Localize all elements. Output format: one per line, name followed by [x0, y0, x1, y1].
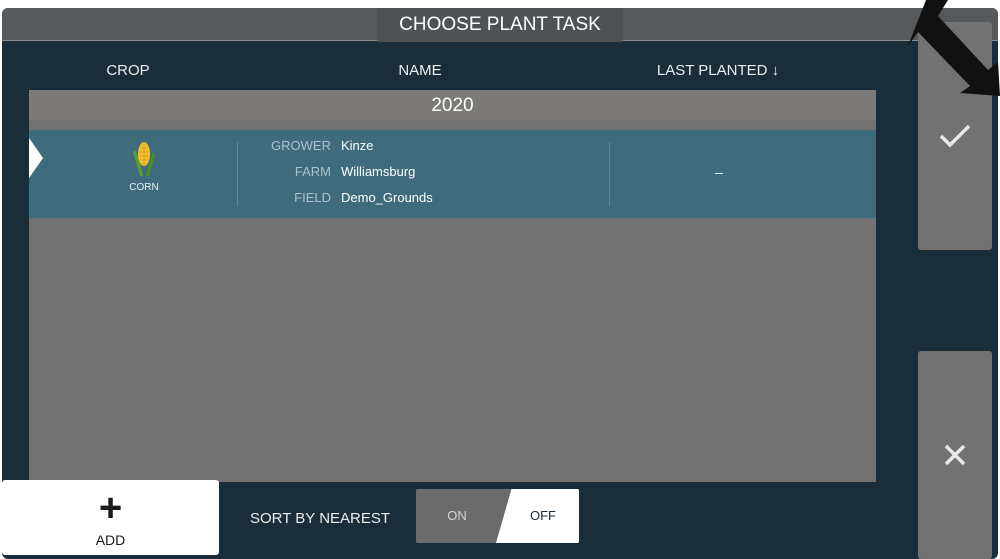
toggle-on-option[interactable]: ON	[416, 489, 498, 543]
column-header-crop: CROP	[106, 62, 150, 79]
corn-icon	[133, 142, 155, 176]
sort-by-nearest-toggle[interactable]: ON OFF	[416, 489, 579, 543]
table-row[interactable]: CORN GROWER Kinze FARM Williamsburg FIEL…	[29, 130, 876, 218]
field-key: FIELD	[294, 190, 331, 205]
column-header-name: NAME	[398, 62, 442, 79]
sort-by-nearest-label: SORT BY NEAREST	[250, 510, 391, 527]
selected-row-caret-icon	[29, 138, 43, 178]
last-planted-value: –	[715, 164, 723, 180]
plus-icon: +	[98, 486, 123, 530]
close-icon	[944, 444, 966, 466]
checkmark-icon	[939, 124, 971, 148]
field-value: Demo_Grounds	[341, 190, 433, 205]
plant-task-dialog: CHOOSE PLANT TASK CROP NAME LAST PLANTED…	[2, 8, 998, 559]
grower-value: Kinze	[341, 138, 374, 153]
column-header-last-planted[interactable]: LAST PLANTED ↓	[657, 62, 779, 79]
toggle-off-option[interactable]: OFF	[508, 489, 578, 543]
cancel-button[interactable]	[918, 351, 992, 559]
title-bar: CHOOSE PLANT TASK	[2, 8, 998, 42]
column-divider	[237, 142, 238, 206]
crop-cell: CORN	[114, 140, 174, 193]
year-group-header: 2020	[29, 90, 876, 120]
crop-label: CORN	[129, 182, 159, 193]
grower-key: GROWER	[271, 138, 331, 153]
dialog-title: CHOOSE PLANT TASK	[377, 8, 623, 42]
add-button-label: ADD	[95, 532, 126, 548]
annotation-arrow-icon	[908, 0, 1000, 96]
add-button[interactable]: + ADD	[2, 480, 219, 555]
task-list: 2020 CORN GROWER Kinze FARM Williamsburg…	[29, 90, 876, 482]
farm-key: FARM	[294, 164, 331, 179]
farm-value: Williamsburg	[341, 164, 416, 179]
